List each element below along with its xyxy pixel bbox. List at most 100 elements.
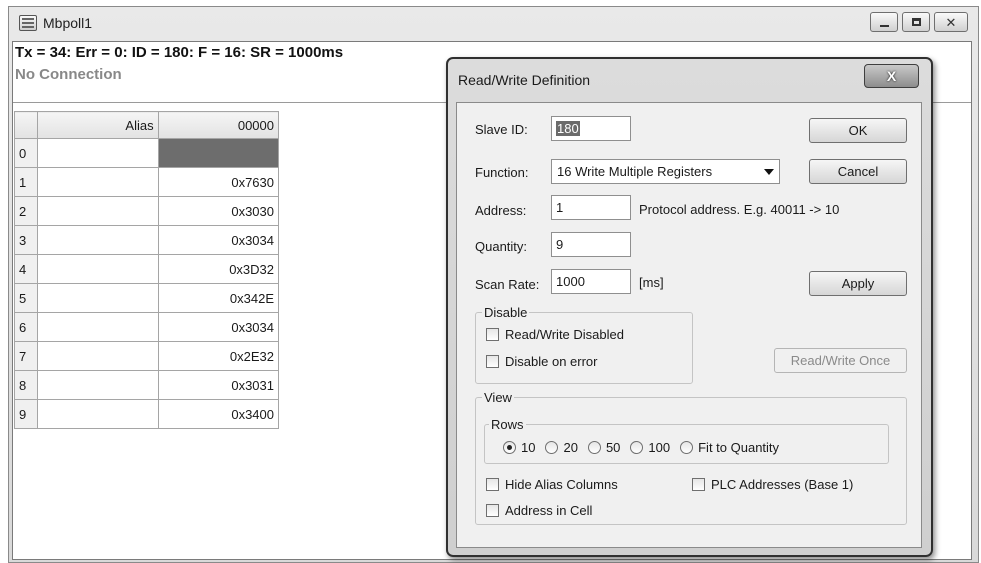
rows-option-label: 100 xyxy=(648,440,671,455)
table-row: 1 0x7630 xyxy=(13,167,280,197)
scan-rate-input[interactable]: 1000 xyxy=(551,269,631,294)
row-header[interactable]: 1 xyxy=(13,167,39,197)
row-header[interactable]: 5 xyxy=(13,283,39,313)
rows-radio-10[interactable]: 10 xyxy=(503,440,535,455)
checkbox-unchecked-icon xyxy=(692,478,705,491)
disable-on-error-label: Disable on error xyxy=(505,354,598,369)
alias-cell[interactable] xyxy=(37,225,159,255)
read-write-once-button[interactable]: Read/Write Once xyxy=(774,348,907,373)
value-cell-selected[interactable] xyxy=(157,138,280,168)
value-cell[interactable]: 0x3400 xyxy=(157,399,280,429)
alias-cell[interactable] xyxy=(37,370,159,400)
alias-cell[interactable] xyxy=(37,138,159,168)
row-header[interactable]: 6 xyxy=(13,312,39,342)
alias-cell[interactable] xyxy=(37,196,159,226)
checkbox-unchecked-icon xyxy=(486,328,499,341)
dialog-close-button[interactable]: X xyxy=(864,64,919,88)
column-header-alias[interactable]: Alias xyxy=(37,111,159,139)
scan-rate-unit: [ms] xyxy=(639,275,664,290)
close-button[interactable]: ✕ xyxy=(934,12,968,32)
value-cell[interactable]: 0x3D32 xyxy=(157,254,280,284)
table-row: 3 0x3034 xyxy=(13,225,280,255)
disable-on-error-checkbox[interactable]: Disable on error xyxy=(486,354,598,369)
radio-selected-icon xyxy=(503,441,516,454)
radio-unselected-icon xyxy=(587,441,601,454)
quantity-label: Quantity: xyxy=(475,239,528,254)
row-header[interactable]: 8 xyxy=(13,370,39,400)
table-row: 8 0x3031 xyxy=(13,370,280,400)
alias-cell[interactable] xyxy=(37,341,159,371)
apply-button[interactable]: Apply xyxy=(809,271,907,296)
slave-id-input[interactable]: 180 xyxy=(551,116,631,141)
address-in-cell-checkbox[interactable]: Address in Cell xyxy=(486,503,592,518)
rows-radio-50[interactable]: 50 xyxy=(587,440,621,455)
maximize-button[interactable] xyxy=(902,12,930,32)
rows-option-label: Fit to Quantity xyxy=(698,440,780,455)
quantity-input[interactable]: 9 xyxy=(551,232,631,257)
function-select[interactable]: 16 Write Multiple Registers xyxy=(551,159,780,184)
plc-addresses-checkbox[interactable]: PLC Addresses (Base 1) xyxy=(692,477,853,492)
plc-addresses-label: PLC Addresses (Base 1) xyxy=(711,477,854,492)
row-header[interactable]: 7 xyxy=(13,341,39,371)
window-title: Mbpoll1 xyxy=(43,15,93,31)
value-cell[interactable]: 0x7630 xyxy=(157,167,280,197)
row-header[interactable]: 0 xyxy=(13,138,39,168)
rows-radio-group: 10 20 50 100 Fit to Quantity xyxy=(503,440,789,455)
address-input[interactable]: 1 xyxy=(551,195,631,220)
row-header[interactable]: 3 xyxy=(13,225,39,255)
table-row: 7 0x2E32 xyxy=(13,341,280,371)
rows-group-title: Rows xyxy=(489,417,526,432)
radio-unselected-icon xyxy=(630,441,644,454)
value-cell[interactable]: 0x3034 xyxy=(157,225,280,255)
table-row: 2 0x3030 xyxy=(13,196,280,226)
rows-option-label: 10 xyxy=(521,440,536,455)
alias-cell[interactable] xyxy=(37,283,159,313)
hide-alias-columns-checkbox[interactable]: Hide Alias Columns xyxy=(486,477,618,492)
table-row: 4 0x3D32 xyxy=(13,254,280,284)
disable-group-title: Disable xyxy=(482,305,530,320)
alias-cell[interactable] xyxy=(37,399,159,429)
checkbox-unchecked-icon xyxy=(486,504,499,517)
row-header[interactable]: 9 xyxy=(13,399,39,429)
disable-group: Disable Read/Write Disabled Disable on e… xyxy=(475,305,693,384)
value-cell[interactable]: 0x342E xyxy=(157,283,280,313)
value-cell[interactable]: 0x3030 xyxy=(157,196,280,226)
slave-id-label: Slave ID: xyxy=(475,122,528,137)
minimize-button[interactable] xyxy=(870,12,898,32)
view-group-title: View xyxy=(482,390,514,405)
view-group: View Rows Hide Alias Columns PLC Address… xyxy=(475,390,907,525)
dropdown-arrow-icon xyxy=(764,168,774,175)
slave-id-value: 180 xyxy=(556,121,580,136)
alias-cell[interactable] xyxy=(37,312,159,342)
rows-radio-fit-to-quantity[interactable]: Fit to Quantity xyxy=(680,440,779,455)
radio-unselected-icon xyxy=(545,441,559,454)
radio-unselected-icon xyxy=(680,441,694,454)
minimize-icon xyxy=(879,24,889,27)
dialog-body: Slave ID: 180 OK Function: 16 Write Mult… xyxy=(456,102,922,548)
address-label: Address: xyxy=(475,203,527,218)
rows-radio-100[interactable]: 100 xyxy=(630,440,670,455)
status-summary: Tx = 34: Err = 0: ID = 180: F = 16: SR =… xyxy=(15,44,344,61)
value-cell[interactable]: 0x3031 xyxy=(157,370,280,400)
row-header[interactable]: 2 xyxy=(13,196,39,226)
value-cell[interactable]: 0x3034 xyxy=(157,312,280,342)
read-write-disabled-checkbox[interactable]: Read/Write Disabled xyxy=(486,327,624,342)
column-header-value[interactable]: 00000 xyxy=(157,111,280,139)
rows-option-label: 50 xyxy=(605,440,621,455)
row-header[interactable]: 4 xyxy=(13,254,39,284)
alias-cell[interactable] xyxy=(37,254,159,284)
table-row: 5 0x342E xyxy=(13,283,280,313)
cancel-button[interactable]: Cancel xyxy=(809,159,907,184)
function-label: Function: xyxy=(475,165,529,180)
dialog-title[interactable]: Read/Write Definition xyxy=(458,72,590,88)
ok-button[interactable]: OK xyxy=(809,118,907,143)
address-in-cell-label: Address in Cell xyxy=(505,503,593,518)
title-bar[interactable]: Mbpoll1 ✕ xyxy=(9,7,978,39)
register-grid: Alias 00000 0 1 0x7630 2 0x3030 3 0x3034… xyxy=(13,111,280,429)
value-cell[interactable]: 0x2E32 xyxy=(157,341,280,371)
scan-rate-label: Scan Rate: xyxy=(475,277,540,292)
address-hint: Protocol address. E.g. 40011 -> 10 xyxy=(639,202,840,217)
read-write-definition-dialog: Read/Write Definition X Slave ID: 180 OK… xyxy=(446,57,933,557)
rows-radio-20[interactable]: 20 xyxy=(545,440,578,455)
alias-cell[interactable] xyxy=(37,167,159,197)
